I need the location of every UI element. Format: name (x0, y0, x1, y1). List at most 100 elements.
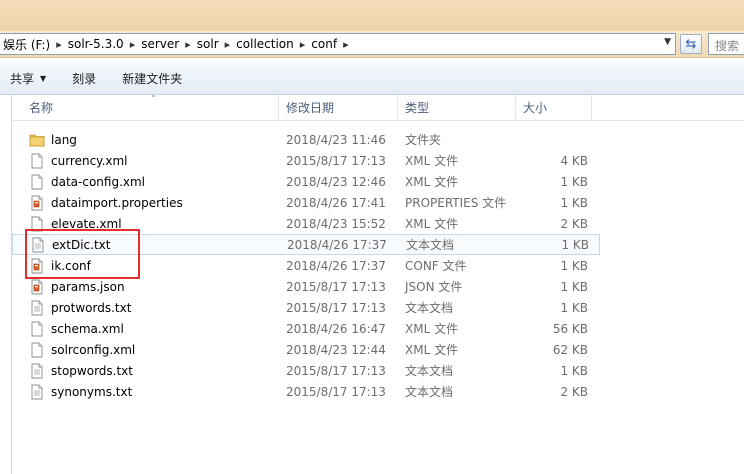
file-type: PROPERTIES 文件 (405, 196, 507, 210)
breadcrumb-separator-icon[interactable]: ▸ (54, 38, 64, 51)
sort-ascending-icon: ⌃ (150, 94, 157, 103)
file-row[interactable]: data-config.xml 2018/4/23 12:46 XML 文件 1 KB (12, 171, 744, 192)
new-folder-label: 新建文件夹 (122, 71, 183, 86)
file-date: 2015/8/17 17:13 (286, 363, 386, 378)
breadcrumb-separator-icon[interactable]: ▸ (298, 38, 308, 51)
config-file-icon (29, 195, 45, 211)
file-row[interactable]: dataimport.properties 2018/4/26 17:41 PROP… (12, 192, 744, 213)
file-name: stopwords.txt (51, 363, 133, 378)
file-date: 2018/4/23 12:46 (286, 174, 386, 189)
file-row[interactable]: solrconfig.xml 2018/4/23 12:44 XML 文件 62 KB (12, 339, 744, 360)
column-header-row: ⌃ 名称 修改日期 类型 大小 (12, 94, 744, 121)
file-row[interactable]: stopwords.txt 2015/8/17 17:13 文本文档 1 KB (12, 360, 744, 381)
file-size: 1 KB (561, 237, 589, 252)
breadcrumb-solr-530[interactable]: solr-5.3.0 (64, 37, 128, 51)
file-name-cell: currency.xml (12, 153, 279, 169)
file-row[interactable]: synonyms.txt 2015/8/17 17:13 文本文档 2 KB (12, 381, 744, 402)
file-name-cell: protwords.txt (12, 300, 279, 316)
window-title-bar (0, 0, 744, 33)
file-row[interactable]: lang 2018/4/23 11:46 文件夹 (12, 129, 744, 150)
file-name: schema.xml (51, 321, 124, 336)
document-icon (29, 174, 45, 190)
breadcrumb-separator-icon[interactable]: ▸ (341, 38, 351, 51)
file-type: XML 文件 (405, 154, 459, 168)
file-date: 2015/8/17 17:13 (286, 279, 386, 294)
file-name-cell: solrconfig.xml (12, 342, 279, 358)
file-name-cell: stopwords.txt (12, 363, 279, 379)
file-row[interactable]: extDic.txt 2018/4/26 17:37 文本文档 1 KB (12, 234, 600, 255)
file-size: 1 KB (560, 279, 588, 294)
column-header-type[interactable]: 类型 (398, 95, 516, 121)
refresh-button[interactable]: ⇆ (680, 34, 702, 54)
file-size: 1 KB (560, 195, 588, 210)
file-type: 文本文档 (405, 385, 454, 399)
breadcrumb-solr[interactable]: solr (193, 37, 223, 51)
command-toolbar: 共享 ▼ 刻录 新建文件夹 (0, 62, 744, 95)
address-dropdown-icon[interactable]: ▼ (664, 37, 671, 47)
text-file-icon (29, 384, 45, 400)
share-button[interactable]: 共享 ▼ (0, 62, 59, 94)
document-icon (29, 321, 45, 337)
column-header-date-label: 修改日期 (286, 101, 335, 115)
search-input[interactable]: 搜索 (708, 33, 744, 55)
column-header-name[interactable]: ⌃ 名称 (12, 94, 279, 121)
file-row[interactable]: currency.xml 2015/8/17 17:13 XML 文件 4 KB (12, 150, 744, 171)
breadcrumb-conf[interactable]: conf (307, 37, 341, 51)
file-name: dataimport.properties (51, 195, 183, 210)
document-icon (29, 153, 45, 169)
file-date: 2018/4/23 15:52 (286, 216, 386, 231)
file-name: protwords.txt (51, 300, 132, 315)
breadcrumb-drive[interactable]: 娱乐 (F:) (0, 36, 54, 53)
file-size: 62 KB (552, 342, 588, 357)
breadcrumb-collection[interactable]: collection (232, 37, 298, 51)
column-header-size-label: 大小 (523, 101, 548, 115)
file-size: 1 KB (560, 258, 588, 273)
file-row[interactable]: params.json 2015/8/17 17:13 JSON 文件 1 KB (12, 276, 744, 297)
config-file-icon (29, 279, 45, 295)
file-type: 文本文档 (406, 238, 455, 252)
file-size: 2 KB (560, 384, 588, 399)
text-file-icon (30, 237, 46, 253)
file-list-pane: ⌃ 名称 修改日期 类型 大小 lang 2018/4/23 11:46 文件夹 cu… (11, 94, 744, 474)
file-row[interactable]: elevate.xml 2018/4/23 15:52 XML 文件 2 KB (12, 213, 744, 234)
address-bar[interactable]: 娱乐 (F:) ▸ solr-5.3.0 ▸ server ▸ solr ▸ c… (0, 33, 676, 55)
file-type: XML 文件 (405, 343, 459, 357)
file-name: lang (51, 132, 77, 147)
file-name: elevate.xml (51, 216, 122, 231)
burn-button[interactable]: 刻录 (59, 62, 109, 94)
file-name: params.json (51, 279, 125, 294)
breadcrumb-separator-icon[interactable]: ▸ (223, 38, 233, 51)
file-date: 2018/4/26 16:47 (286, 321, 386, 336)
config-file-icon (29, 258, 45, 274)
file-name-cell: extDic.txt (13, 237, 280, 253)
breadcrumb-separator-icon[interactable]: ▸ (183, 38, 193, 51)
file-name: extDic.txt (52, 237, 111, 252)
file-type: XML 文件 (405, 217, 459, 231)
column-header-size[interactable]: 大小 (516, 95, 592, 121)
file-type: 文本文档 (405, 301, 454, 315)
file-name-cell: dataimport.properties (12, 195, 279, 211)
file-date: 2018/4/23 11:46 (286, 132, 386, 147)
file-type: JSON 文件 (405, 280, 463, 294)
address-bar-row: 娱乐 (F:) ▸ solr-5.3.0 ▸ server ▸ solr ▸ c… (0, 31, 744, 58)
file-size: 2 KB (560, 216, 588, 231)
column-header-name-label: 名称 (29, 101, 54, 115)
file-row[interactable]: ik.conf 2018/4/26 17:37 CONF 文件 1 KB (12, 255, 744, 276)
search-placeholder: 搜索 (715, 39, 740, 53)
file-list: lang 2018/4/23 11:46 文件夹 currency.xml 2015/8… (12, 129, 744, 402)
file-date: 2015/8/17 17:13 (286, 384, 386, 399)
file-name-cell: ik.conf (12, 258, 279, 274)
column-header-date[interactable]: 修改日期 (279, 95, 398, 121)
file-type: 文本文档 (405, 364, 454, 378)
file-size: 1 KB (560, 300, 588, 315)
file-name-cell: data-config.xml (12, 174, 279, 190)
file-type: XML 文件 (405, 175, 459, 189)
breadcrumb-server[interactable]: server (137, 37, 183, 51)
text-file-icon (29, 363, 45, 379)
file-date: 2018/4/23 12:44 (286, 342, 386, 357)
file-row[interactable]: protwords.txt 2015/8/17 17:13 文本文档 1 KB (12, 297, 744, 318)
file-name: ik.conf (51, 258, 91, 273)
file-row[interactable]: schema.xml 2018/4/26 16:47 XML 文件 56 KB (12, 318, 744, 339)
breadcrumb-separator-icon[interactable]: ▸ (128, 38, 138, 51)
file-name: solrconfig.xml (51, 342, 136, 357)
